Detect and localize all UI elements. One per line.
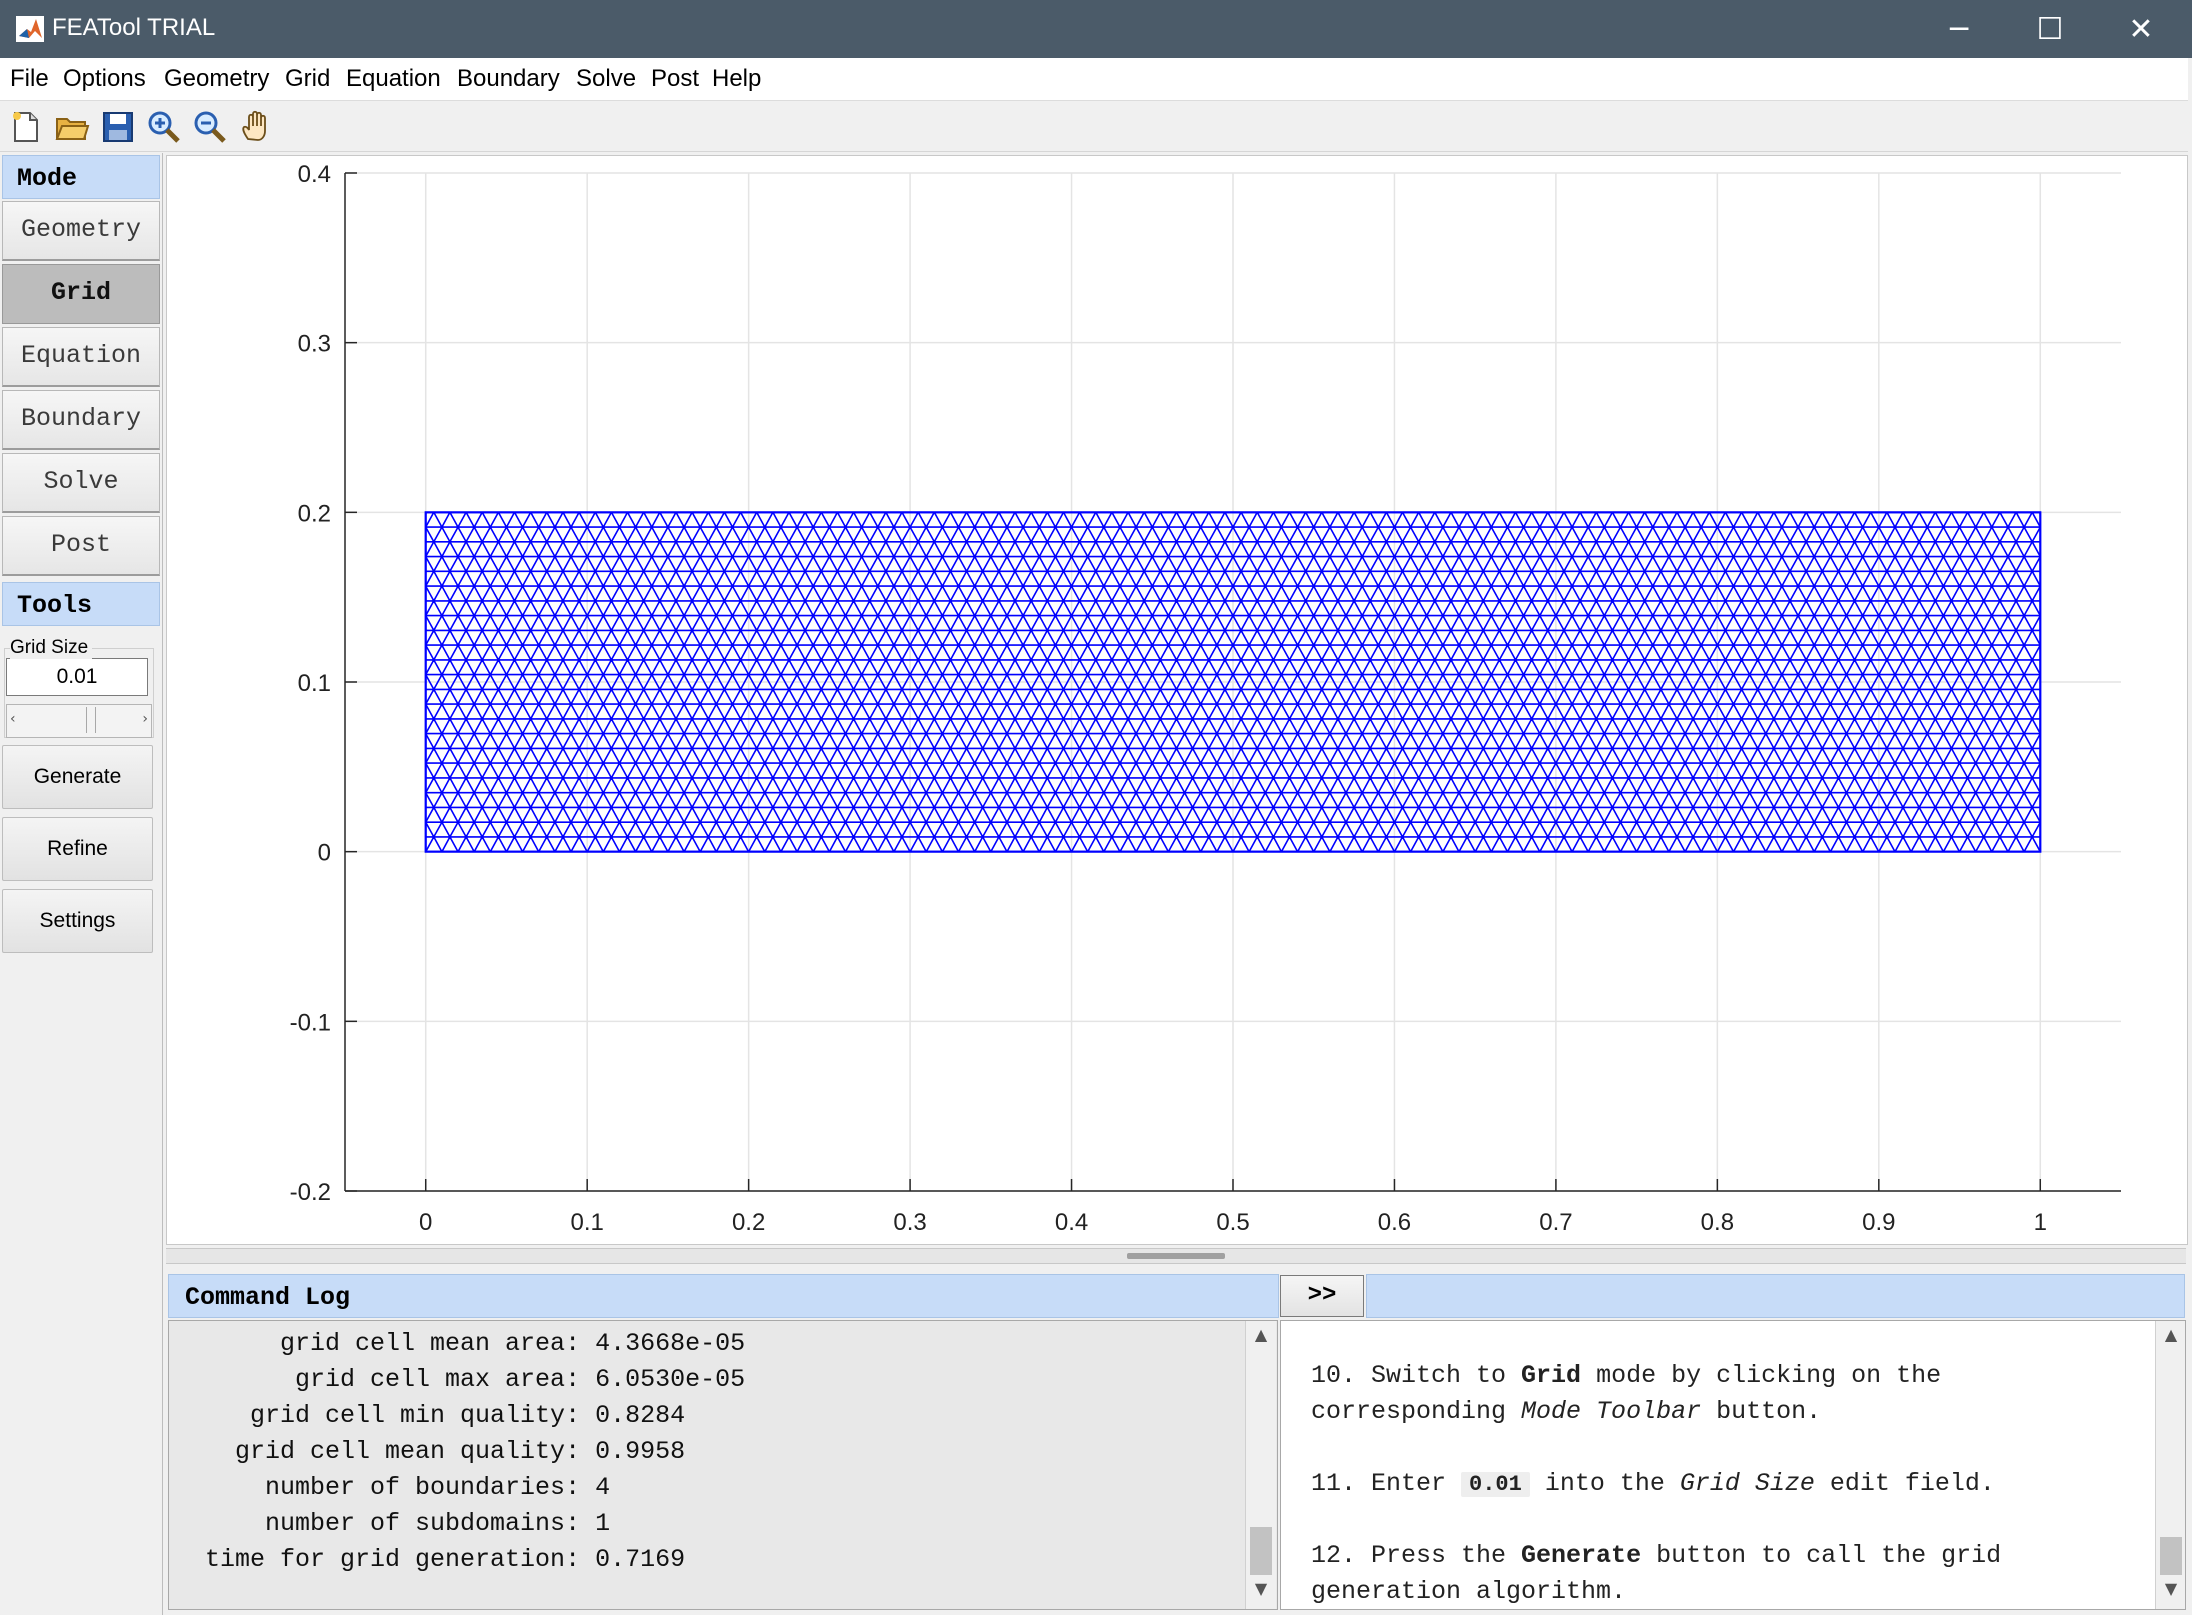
minimize-button[interactable]: ─ — [1914, 0, 2004, 58]
menu-options[interactable]: Options — [63, 65, 146, 93]
save-icon[interactable] — [100, 109, 136, 145]
scroll-down-icon[interactable]: ▼ — [2156, 1579, 2185, 1605]
slider-left-arrow-icon[interactable]: ‹ — [10, 711, 16, 727]
mode-equation-button[interactable]: Equation — [2, 327, 160, 387]
zoom-out-icon[interactable] — [192, 109, 228, 145]
help-panel[interactable]: 10. Switch to Grid mode by clicking on t… — [1280, 1320, 2186, 1610]
log-line: grid cell mean quality: 0.9958 — [175, 1437, 686, 1466]
help-step-12-line-2: generation algorithm. — [1311, 1577, 1627, 1606]
pan-hand-icon[interactable] — [238, 109, 274, 145]
grid-size-slider[interactable]: ‹ › — [6, 704, 152, 738]
y-tick-label: 0.2 — [298, 500, 331, 527]
grid-size-input[interactable]: 0.01 — [6, 658, 148, 696]
mode-post-button[interactable]: Post — [2, 516, 160, 576]
maximize-button[interactable]: ☐ — [2005, 0, 2095, 58]
scroll-up-icon[interactable]: ▲ — [2156, 1325, 2185, 1351]
close-button[interactable]: ✕ — [2096, 0, 2186, 58]
help-step-12-line-1: 12. Press the Generate button to call th… — [1311, 1541, 2002, 1570]
y-tick-label: 0.1 — [298, 670, 331, 697]
mode-grid-button[interactable]: Grid — [2, 264, 160, 324]
grid-size-value-chip: 0.01 — [1461, 1472, 1530, 1497]
log-line: number of subdomains: 1 — [175, 1509, 611, 1538]
log-line: grid cell max area: 6.0530e-05 — [175, 1365, 746, 1394]
mode-header: Mode — [2, 155, 160, 199]
refine-button[interactable]: Refine — [2, 817, 153, 881]
mesh-plot[interactable]: 0 0.1 0.2 0.3 0.4 0.5 0.6 0.7 0.8 0.9 1 0.4 0.3 0.2 0.… — [167, 156, 2187, 1244]
x-tick-label: 0.1 — [570, 1209, 603, 1236]
help-header — [1366, 1274, 2185, 1318]
menu-post[interactable]: Post — [651, 65, 699, 93]
log-line: grid cell mean area: 4.3668e-05 — [175, 1329, 746, 1358]
menu-geometry[interactable]: Geometry — [164, 65, 269, 93]
menu-equation[interactable]: Equation — [346, 65, 441, 93]
x-tick-label: 0.7 — [1539, 1209, 1572, 1236]
settings-button[interactable]: Settings — [2, 889, 153, 953]
scroll-thumb[interactable] — [2160, 1537, 2182, 1575]
grid-size-label: Grid Size — [10, 637, 93, 659]
log-scrollbar[interactable]: ▲ ▼ — [1245, 1321, 1276, 1609]
slider-thumb[interactable] — [86, 707, 96, 733]
help-scrollbar[interactable]: ▲ ▼ — [2155, 1321, 2185, 1609]
x-tick-label: 0.3 — [893, 1209, 926, 1236]
menu-solve[interactable]: Solve — [576, 65, 636, 93]
plot-area[interactable]: 0 0.1 0.2 0.3 0.4 0.5 0.6 0.7 0.8 0.9 1 0.4 0.3 0.2 0.… — [166, 155, 2188, 1245]
y-tick-label: 0.4 — [298, 161, 331, 188]
mode-geometry-button[interactable]: Geometry — [2, 201, 160, 261]
mode-panel: Mode Geometry Grid Equation Boundary Sol… — [0, 153, 163, 1615]
new-file-icon[interactable] — [8, 109, 44, 145]
plot-axes: 0 0.1 0.2 0.3 0.4 0.5 0.6 0.7 0.8 0.9 1 0.4 0.3 0.2 0.… — [290, 161, 2121, 1236]
x-tick-label: 0 — [419, 1209, 432, 1236]
generate-button[interactable]: Generate — [2, 745, 153, 809]
command-log-header: Command Log — [168, 1274, 1279, 1318]
y-tick-label: 0.3 — [298, 331, 331, 358]
slider-right-arrow-icon[interactable]: › — [142, 711, 148, 727]
menu-file[interactable]: File — [10, 65, 49, 93]
help-step-10-line-1: 10. Switch to Grid mode by clicking on t… — [1311, 1361, 1942, 1390]
log-line: grid cell min quality: 0.8284 — [175, 1401, 686, 1430]
plot-gridlines — [345, 172, 2121, 1192]
x-tick-label: 0.9 — [1862, 1209, 1895, 1236]
x-tick-label: 0.6 — [1378, 1209, 1411, 1236]
x-tick-label: 0.5 — [1216, 1209, 1249, 1236]
scroll-up-icon[interactable]: ▲ — [1246, 1325, 1276, 1351]
toolbar — [0, 101, 2188, 152]
menu-bar: File Options Geometry Grid Equation Boun… — [0, 58, 2188, 101]
help-step-11: 11. Enter 0.01 into the Grid Size edit f… — [1311, 1469, 1995, 1498]
log-line: number of boundaries: 4 — [175, 1473, 611, 1502]
mode-boundary-button[interactable]: Boundary — [2, 390, 160, 450]
open-folder-icon[interactable] — [54, 109, 90, 145]
matlab-logo-icon — [16, 16, 44, 42]
command-log[interactable]: grid cell mean area: 4.3668e-05 grid cel… — [168, 1320, 1278, 1610]
menu-grid[interactable]: Grid — [285, 65, 330, 93]
help-step-10-line-2: corresponding Mode Toolbar button. — [1311, 1397, 1822, 1426]
x-tick-label: 0.4 — [1055, 1209, 1088, 1236]
expand-log-button[interactable]: >> — [1280, 1275, 1364, 1317]
y-tick-label: -0.1 — [290, 1009, 331, 1036]
x-tick-label: 0.8 — [1701, 1209, 1734, 1236]
tools-header: Tools — [2, 582, 160, 626]
menu-boundary[interactable]: Boundary — [457, 65, 560, 93]
zoom-in-icon[interactable] — [146, 109, 182, 145]
menu-help[interactable]: Help — [712, 65, 761, 93]
mode-solve-button[interactable]: Solve — [2, 453, 160, 513]
y-tick-label: 0 — [318, 840, 331, 867]
title-bar: FEATool TRIAL ─ ☐ ✕ — [0, 0, 2192, 58]
splitter-grip[interactable] — [1127, 1253, 1225, 1259]
y-tick-label: -0.2 — [290, 1179, 331, 1206]
scroll-down-icon[interactable]: ▼ — [1246, 1579, 1276, 1605]
panel-splitter[interactable] — [166, 1248, 2186, 1264]
log-line: time for grid generation: 0.7169 — [175, 1545, 686, 1574]
window-title: FEATool TRIAL — [52, 14, 216, 41]
x-tick-label: 1 — [2034, 1209, 2047, 1236]
x-tick-label: 0.2 — [732, 1209, 765, 1236]
scroll-thumb[interactable] — [1250, 1527, 1272, 1575]
